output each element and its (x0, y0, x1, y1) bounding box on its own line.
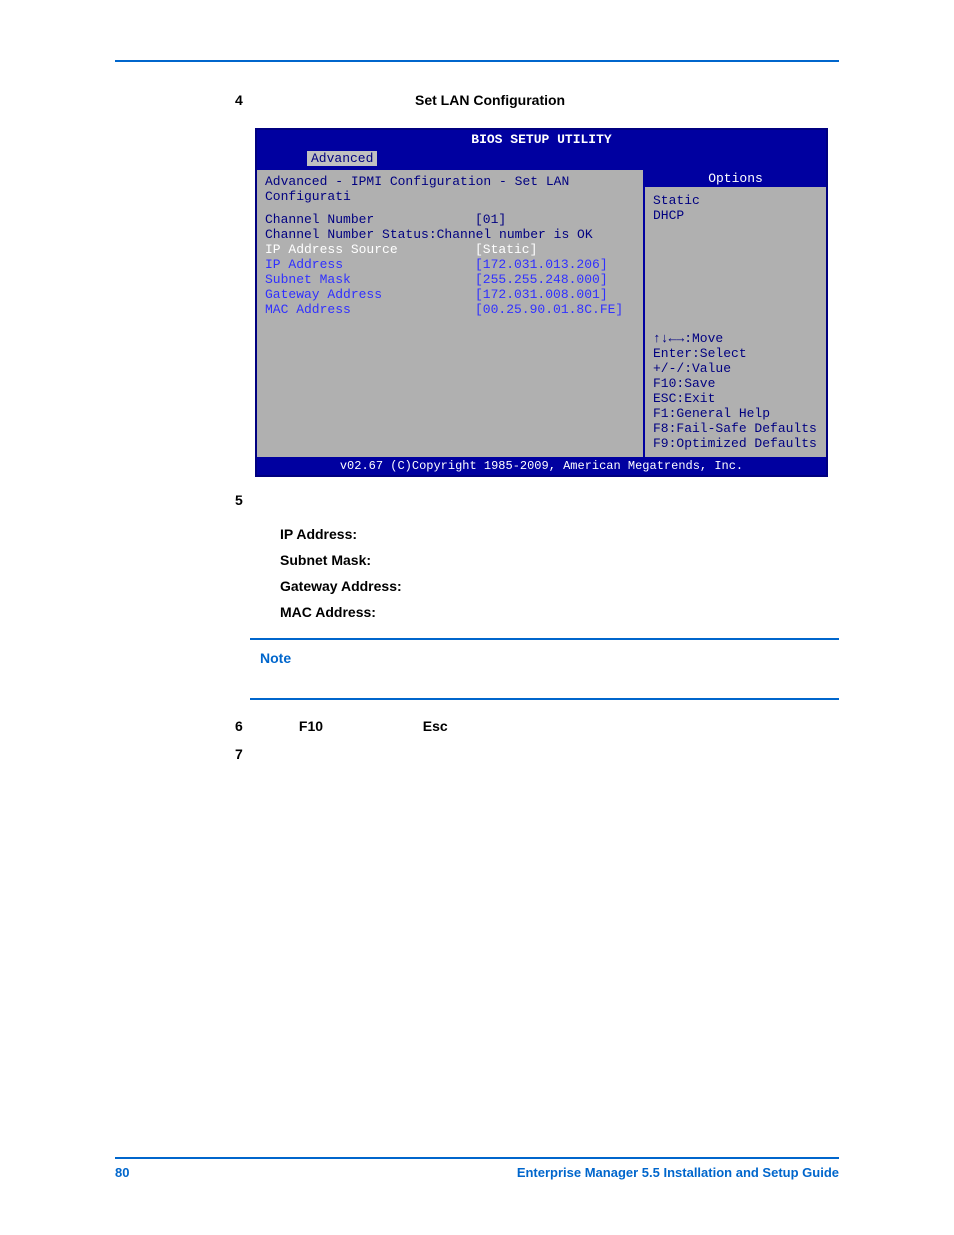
row-ip-source[interactable]: IP Address Source [Static] (265, 242, 635, 257)
ip-source-value: [Static] (475, 242, 537, 257)
help-keys: ↑↓←→:Move Enter:Select +/-/:Value F10:Sa… (645, 327, 826, 457)
sub-gateway: Gateway Address: (280, 578, 839, 594)
ip-source-label: IP Address Source (265, 242, 475, 257)
row-channel-number[interactable]: Channel Number [01] (265, 212, 635, 227)
step-4-label: Set LAN Configuration (415, 92, 565, 108)
channel-status: Channel Number Status:Channel number is … (265, 227, 635, 242)
sub-subnet: Subnet Mask: (280, 552, 839, 568)
bios-tab-bar: Advanced (257, 149, 826, 170)
bios-copyright: v02.67 (C)Copyright 1985-2009, American … (257, 457, 826, 475)
footer-title: Enterprise Manager 5.5 Installation and … (517, 1165, 839, 1180)
help-f8: F8:Fail-Safe Defaults (653, 421, 818, 436)
step-6: 6 F10 Esc (115, 718, 839, 734)
bios-side-panel: Options Static DHCP ↑↓←→:Move Enter:Sele… (645, 170, 826, 457)
page-footer: 80 Enterprise Manager 5.5 Installation a… (115, 1157, 839, 1180)
channel-number-label: Channel Number (265, 212, 475, 227)
ip-address-value: [172.031.013.206] (475, 257, 608, 272)
step-5-sublist: IP Address: Subnet Mask: Gateway Address… (115, 526, 839, 620)
options-header: Options (645, 170, 826, 187)
note-block: Note (250, 638, 839, 700)
row-ip-address[interactable]: IP Address [172.031.013.206] (265, 257, 635, 272)
help-move: ↑↓←→:Move (653, 331, 818, 346)
help-f9: F9:Optimized Defaults (653, 436, 818, 451)
step-5-number: 5 (115, 492, 839, 508)
bios-main-panel: Advanced - IPMI Configuration - Set LAN … (257, 170, 645, 457)
page-number: 80 (115, 1165, 129, 1180)
step-6-key-f10: F10 (299, 718, 419, 734)
bios-title: BIOS SETUP UTILITY (257, 130, 826, 149)
row-mac[interactable]: MAC Address [00.25.90.01.8C.FE] (265, 302, 635, 317)
tab-advanced[interactable]: Advanced (307, 151, 377, 166)
row-gateway[interactable]: Gateway Address [172.031.008.001] (265, 287, 635, 302)
subnet-mask-value: [255.255.248.000] (475, 272, 608, 287)
step-6-key-esc: Esc (423, 718, 448, 734)
sub-ip: IP Address: (280, 526, 839, 542)
help-f1: F1:General Help (653, 406, 818, 421)
breadcrumb: Advanced - IPMI Configuration - Set LAN … (265, 174, 635, 204)
step-6-number: 6 (235, 718, 295, 734)
step-4: 4 Set LAN Configuration (115, 92, 839, 108)
help-value: +/-/:Value (653, 361, 818, 376)
row-subnet-mask[interactable]: Subnet Mask [255.255.248.000] (265, 272, 635, 287)
mac-value: [00.25.90.01.8C.FE] (475, 302, 623, 317)
gateway-value: [172.031.008.001] (475, 287, 608, 302)
step-7-number: 7 (115, 746, 839, 762)
bios-screenshot: BIOS SETUP UTILITY Advanced Advanced - I… (255, 128, 828, 477)
option-dhcp[interactable]: DHCP (653, 208, 818, 223)
help-f10: F10:Save (653, 376, 818, 391)
help-esc: ESC:Exit (653, 391, 818, 406)
step-4-number: 4 (235, 92, 415, 108)
ip-address-label: IP Address (265, 257, 475, 272)
help-enter: Enter:Select (653, 346, 818, 361)
note-label: Note (260, 650, 291, 666)
option-static[interactable]: Static (653, 193, 818, 208)
subnet-mask-label: Subnet Mask (265, 272, 475, 287)
channel-number-value: [01] (475, 212, 506, 227)
sub-mac: MAC Address: (280, 604, 839, 620)
mac-label: MAC Address (265, 302, 475, 317)
gateway-label: Gateway Address (265, 287, 475, 302)
